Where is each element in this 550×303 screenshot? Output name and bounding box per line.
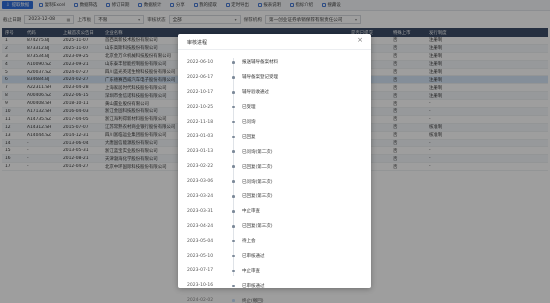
timeline-item: 2022-10-17 辅导验收通过 bbox=[178, 85, 371, 100]
timeline-date: 2023-02-22 bbox=[187, 164, 214, 170]
timeline-event: 已回复(第二次) bbox=[242, 164, 273, 170]
timeline-date: 2023-10-16 bbox=[187, 283, 214, 289]
timeline-item: 2023-05-10 已审核通过 bbox=[178, 249, 371, 264]
timeline-item: 2024-02-02 终止(撤回) bbox=[178, 293, 371, 303]
timeline-item: 2022-11-18 已问询 bbox=[178, 115, 371, 130]
timeline-date: 2022-06-10 bbox=[187, 59, 214, 65]
timeline-date: 2022-10-25 bbox=[187, 104, 214, 110]
timeline-event: 报送辅导备案材料 bbox=[242, 60, 278, 66]
timeline-dot-icon bbox=[232, 269, 235, 273]
timeline-date: 2022-11-18 bbox=[187, 119, 214, 125]
timeline-event: 终止(撤回) bbox=[242, 298, 264, 303]
timeline-date: 2023-05-10 bbox=[187, 253, 214, 259]
timeline-event: 已审核通过 bbox=[242, 254, 265, 260]
timeline-item: 2022-06-10 报送辅导备案材料 bbox=[178, 55, 371, 70]
timeline-event: 已回复 bbox=[242, 134, 256, 140]
review-progress-dialog: 审核进程 × 2022-06-10 报送辅导备案材料 2022-06-17 辅导备案登… bbox=[178, 34, 371, 303]
timeline-item: 2023-04-24 已回复(第三次) bbox=[178, 219, 371, 234]
timeline-event: 已回复(第三次) bbox=[242, 224, 273, 230]
timeline-date: 2023-03-06 bbox=[187, 179, 214, 185]
timeline-event: 中止审查 bbox=[242, 268, 260, 274]
timeline-item: 2023-03-24 已回复(第三次) bbox=[178, 189, 371, 204]
timeline-event: 已问询(第二次) bbox=[242, 149, 273, 155]
timeline-dot-icon bbox=[232, 61, 235, 64]
timeline-event: 已受理 bbox=[242, 105, 256, 111]
timeline-date: 2023-01-13 bbox=[187, 149, 214, 155]
timeline-dot-icon bbox=[232, 284, 235, 288]
timeline-date: 2023-01-03 bbox=[187, 134, 214, 140]
timeline-item: 2023-03-31 中止审查 bbox=[178, 204, 371, 219]
timeline-event: 已问询 bbox=[242, 120, 256, 125]
timeline-dot-icon bbox=[232, 90, 235, 94]
timeline-date: 2023-04-24 bbox=[187, 223, 214, 229]
timeline-event: 已回复(第三次) bbox=[242, 194, 273, 200]
timeline-event: 已审核通过 bbox=[242, 283, 265, 289]
timeline-event: 辅导备案登记受理 bbox=[242, 75, 278, 81]
timeline-item: 2023-01-03 已回复 bbox=[178, 129, 371, 144]
timeline-date: 2023-03-31 bbox=[187, 208, 214, 214]
timeline-item: 2023-03-06 已问询(第三次) bbox=[178, 174, 371, 189]
dialog-divider bbox=[178, 49, 371, 50]
timeline-item: 2022-10-25 已受理 bbox=[178, 100, 371, 115]
timeline-item: 2023-01-13 已问询(第二次) bbox=[178, 144, 371, 159]
timeline-dot-icon bbox=[232, 224, 235, 228]
timeline-dot-icon bbox=[232, 135, 235, 139]
timeline-event: 已问询(第三次) bbox=[242, 179, 273, 185]
timeline-date: 2022-10-17 bbox=[187, 89, 214, 95]
timeline-date: 2023-03-24 bbox=[187, 193, 214, 199]
close-icon[interactable]: × bbox=[357, 37, 363, 44]
timeline-dot-icon bbox=[232, 76, 235, 79]
timeline-item: 2023-02-22 已回复(第二次) bbox=[178, 159, 371, 174]
timeline-dot-icon bbox=[232, 254, 235, 258]
timeline-dot-icon bbox=[232, 165, 235, 168]
timeline-date: 2023-05-04 bbox=[187, 238, 214, 244]
timeline-item: 2023-05-04 待上会 bbox=[178, 234, 371, 249]
timeline-item: 2022-06-17 辅导备案登记受理 bbox=[178, 70, 371, 85]
timeline-dot-icon bbox=[232, 150, 235, 154]
timeline-dot-icon bbox=[232, 195, 235, 198]
timeline-dot-icon bbox=[232, 105, 235, 109]
timeline-dot-icon bbox=[232, 239, 235, 243]
timeline-dot-icon bbox=[232, 180, 235, 183]
timeline-dot-icon bbox=[232, 299, 235, 302]
timeline-event: 待上会 bbox=[242, 239, 256, 245]
timeline-event: 辅导验收通过 bbox=[242, 90, 269, 96]
timeline-date: 2022-06-17 bbox=[187, 74, 214, 80]
timeline-item: 2023-10-16 已审核通过 bbox=[178, 278, 371, 293]
timeline-dot-icon bbox=[232, 210, 235, 213]
timeline-item: 2023-07-17 中止审查 bbox=[178, 263, 371, 278]
timeline-event: 中止审查 bbox=[242, 209, 260, 215]
timeline-date: 2024-02-02 bbox=[187, 298, 214, 303]
dialog-title: 审核进程 bbox=[187, 40, 208, 46]
timeline-date: 2023-07-17 bbox=[187, 268, 214, 274]
timeline-dot-icon bbox=[232, 120, 235, 124]
review-timeline: 2022-06-10 报送辅导备案材料 2022-06-17 辅导备案登记受理 2022… bbox=[178, 55, 371, 303]
